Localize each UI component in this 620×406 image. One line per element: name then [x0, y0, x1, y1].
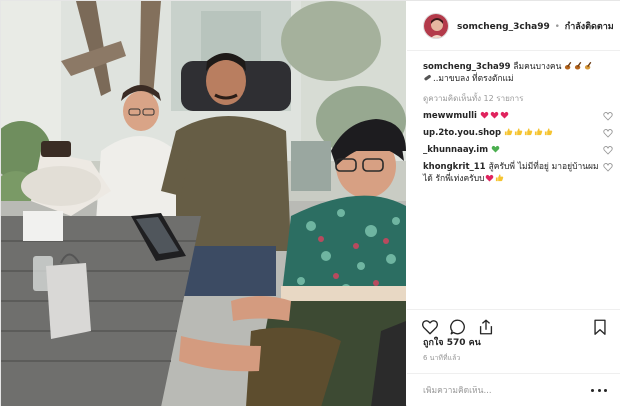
comment-username[interactable]: khongkrit_11 — [423, 162, 486, 172]
comment-item: _khunnaay.im — [423, 144, 613, 156]
photo-illustration — [1, 1, 406, 406]
comment-username[interactable]: up.2to.you.shop — [423, 128, 501, 138]
pill-icon — [424, 74, 431, 81]
thumbs-up-icon — [545, 128, 553, 136]
caption: somcheng_3cha99 ลืมคนบางคน ..มาขบลง ที่ต… — [423, 61, 613, 85]
comments-section: somcheng_3cha99 ลืมคนบางคน ..มาขบลง ที่ต… — [423, 61, 613, 185]
red-heart-icon — [490, 111, 499, 119]
caption-line-2-wrap: ..มาขบลง ที่ตรงตักแม่ — [423, 73, 613, 85]
like-comment-heart-icon[interactable] — [603, 111, 613, 121]
red-heart-icon — [485, 174, 493, 182]
guitar-icon — [585, 61, 592, 70]
comment-item: khongkrit_11 สู้ครับพี่ ไม่มีที่อยู่ มาอย… — [423, 161, 613, 185]
comment-input[interactable] — [423, 385, 591, 396]
more-options-icon[interactable] — [591, 386, 607, 396]
post-header: somcheng_3cha99 • กำลังติดตาม — [407, 1, 620, 51]
caption-line-1: ลืมคนบางคน — [513, 62, 562, 72]
author-username[interactable]: somcheng_3cha99 — [457, 22, 550, 32]
green-heart-icon — [491, 145, 500, 153]
heart-outline-icon[interactable] — [421, 318, 439, 336]
like-comment-heart-icon[interactable] — [603, 145, 613, 155]
comment-bubble-icon[interactable] — [449, 318, 467, 336]
thumbs-up-icon — [515, 128, 523, 136]
likes-count[interactable]: ถูกใจ 570 คน — [423, 335, 481, 349]
guitar-icon — [565, 61, 572, 70]
thumbs-up-icon — [505, 128, 513, 136]
thumbs-up-icon — [525, 128, 533, 136]
share-icon[interactable] — [477, 318, 495, 336]
thumbs-up-icon — [495, 174, 503, 182]
caption-username[interactable]: somcheng_3cha99 — [423, 62, 511, 72]
avatar[interactable] — [423, 12, 449, 39]
following-button[interactable]: กำลังติดตาม — [565, 22, 614, 32]
comment-item: mewwmulli — [423, 110, 613, 122]
post-timestamp: 6 นาทีที่แล้ว — [423, 354, 461, 362]
like-comment-heart-icon[interactable] — [603, 162, 613, 172]
red-heart-icon — [480, 111, 489, 119]
view-all-comments-link[interactable]: ดูความคิดเห็นทั้ง 12 รายการ — [423, 93, 613, 105]
comment-username[interactable]: mewwmulli — [423, 111, 477, 121]
guitar-icon — [575, 61, 582, 70]
caption-line-2: ..มาขบลง ที่ตรงตักแม่ — [433, 74, 514, 84]
like-comment-heart-icon[interactable] — [603, 128, 613, 138]
post-photo[interactable] — [1, 1, 406, 406]
comment-username[interactable]: _khunnaay.im — [423, 145, 488, 155]
bookmark-icon[interactable] — [591, 318, 609, 336]
instagram-post: somcheng_3cha99 • กำลังติดตาม somcheng_3… — [0, 0, 620, 406]
avatar-image — [424, 13, 448, 38]
add-comment-bar — [407, 373, 620, 406]
red-heart-icon — [500, 111, 509, 119]
header-text: somcheng_3cha99 • กำลังติดตาม — [457, 19, 614, 33]
post-sidebar: somcheng_3cha99 • กำลังติดตาม somcheng_3… — [407, 1, 620, 406]
comment-item: up.2to.you.shop — [423, 127, 613, 139]
thumbs-up-icon — [535, 128, 543, 136]
separator-dot: • — [554, 21, 560, 32]
